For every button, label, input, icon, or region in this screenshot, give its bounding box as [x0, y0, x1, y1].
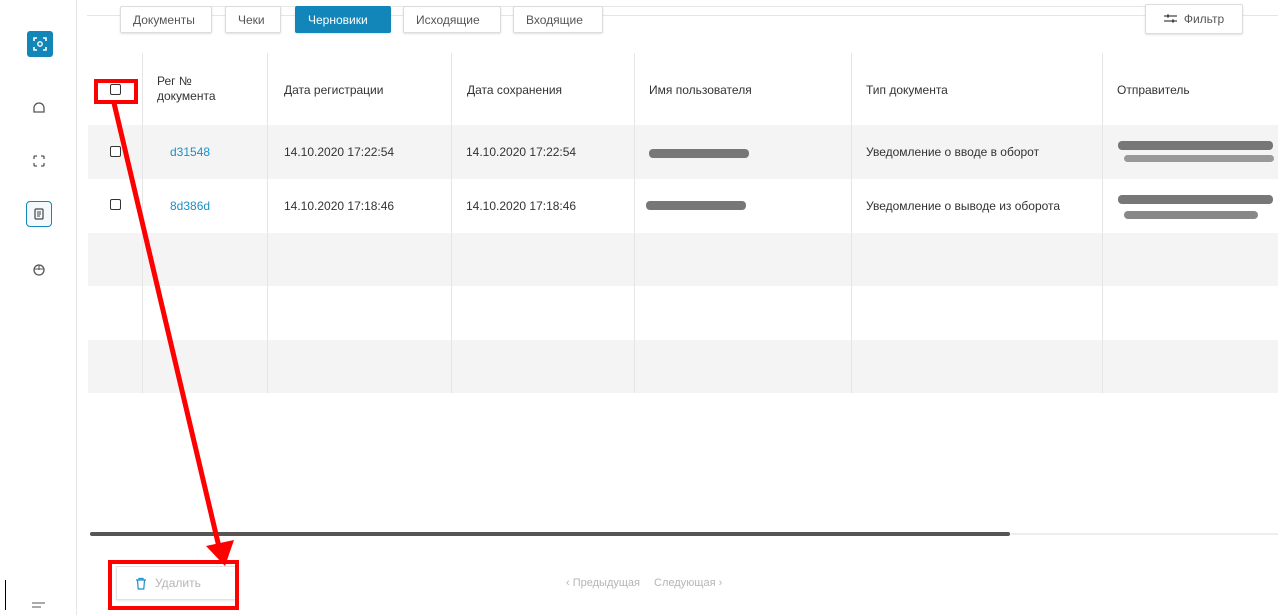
annotation-arrow: [111, 102, 234, 566]
text-cursor: [5, 580, 6, 610]
